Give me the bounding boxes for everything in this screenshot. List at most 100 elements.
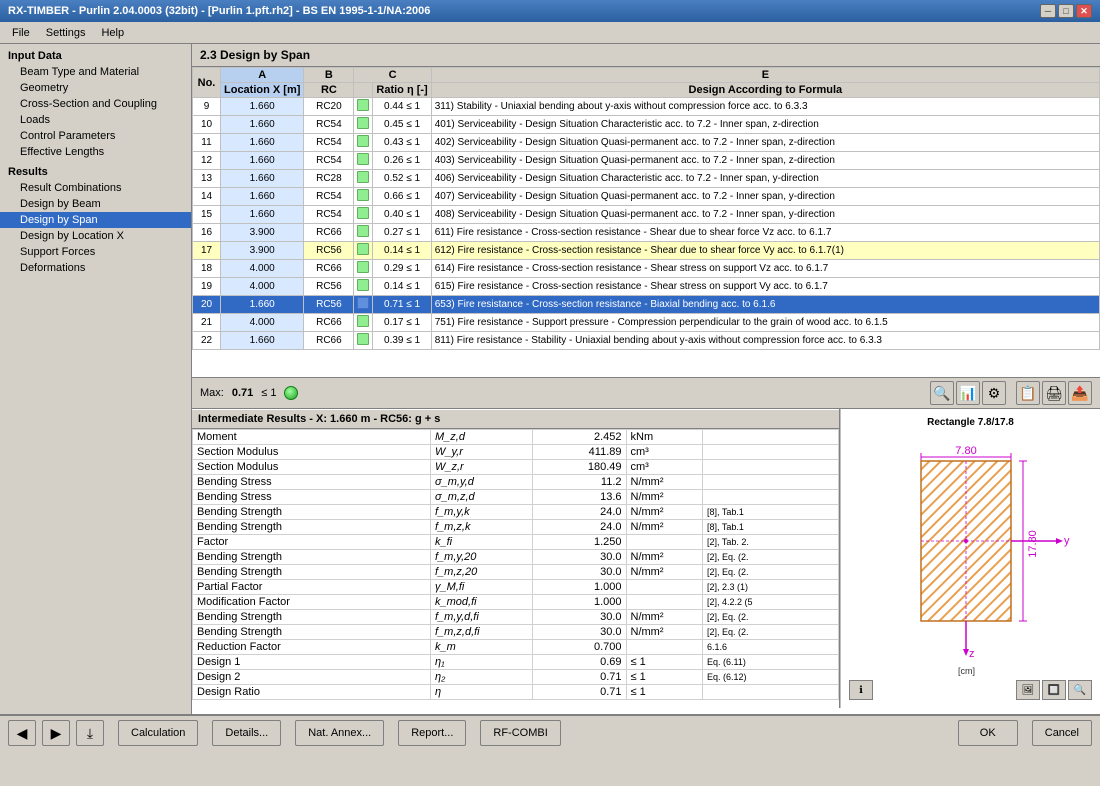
table-row[interactable]: 21 4.000 RC66 0.17 ≤ 1 751) Fire resista… bbox=[193, 314, 1100, 332]
nav-home-btn[interactable]: ⤓ bbox=[76, 720, 104, 746]
int-cell-value: 13.6 bbox=[533, 490, 627, 505]
table-row[interactable]: 15 1.660 RC54 0.40 ≤ 1 408) Serviceabili… bbox=[193, 206, 1100, 224]
int-cell-unit: N/mm² bbox=[626, 520, 703, 535]
cs-zoom-btn[interactable]: 🔲 bbox=[1042, 680, 1066, 700]
details-button[interactable]: Details... bbox=[212, 720, 281, 746]
nav-prev-btn[interactable]: ◀ bbox=[8, 720, 36, 746]
sidebar-item-design-span[interactable]: Design by Span bbox=[0, 212, 191, 228]
cell-no: 14 bbox=[193, 188, 221, 206]
int-cell-label: Bending Strength bbox=[193, 520, 431, 535]
int-table-row[interactable]: Design Ratio η 0.71 ≤ 1 bbox=[193, 685, 839, 700]
calculation-button[interactable]: Calculation bbox=[118, 720, 198, 746]
cell-location: 1.660 bbox=[221, 296, 304, 314]
cell-location: 1.660 bbox=[221, 116, 304, 134]
int-table-row[interactable]: Modification Factor k_mod,fi 1.000 [2], … bbox=[193, 595, 839, 610]
header-c: C bbox=[354, 68, 431, 83]
main-table-container[interactable]: No. A B C E Location X [m] RC Ratio η [-… bbox=[192, 67, 1100, 377]
int-cell-label: Section Modulus bbox=[193, 460, 431, 475]
int-cell-value: 180.49 bbox=[533, 460, 627, 475]
sidebar-item-design-beam[interactable]: Design by Beam bbox=[0, 196, 191, 212]
cell-rc: RC54 bbox=[304, 206, 354, 224]
int-table-row[interactable]: Bending Strength f_m,z,k 24.0 N/mm² [8],… bbox=[193, 520, 839, 535]
int-cell-label: Bending Strength bbox=[193, 505, 431, 520]
int-table-row[interactable]: Reduction Factor k_m 0.700 6.1.6 bbox=[193, 640, 839, 655]
int-cell-label: Design Ratio bbox=[193, 685, 431, 700]
view-btn-2[interactable]: 📊 bbox=[956, 381, 980, 405]
int-cell-label: Modification Factor bbox=[193, 595, 431, 610]
int-table-row[interactable]: Bending Strength f_m,y,k 24.0 N/mm² [8],… bbox=[193, 505, 839, 520]
sidebar-results-section: Results bbox=[0, 164, 191, 180]
int-table-row[interactable]: Section Modulus W_z,r 180.49 cm³ bbox=[193, 460, 839, 475]
int-table-row[interactable]: Bending Stress σ_m,y,d 11.2 N/mm² bbox=[193, 475, 839, 490]
int-cell-value: 1.000 bbox=[533, 580, 627, 595]
sidebar-item-support-forces[interactable]: Support Forces bbox=[0, 244, 191, 260]
cross-section-footer: ℹ 🖼 🔲 🔍 bbox=[849, 680, 1092, 700]
report-button[interactable]: Report... bbox=[398, 720, 466, 746]
sidebar-item-geometry[interactable]: Geometry bbox=[0, 80, 191, 96]
header-b: B bbox=[304, 68, 354, 83]
cell-formula: 612) Fire resistance - Cross-section res… bbox=[431, 242, 1099, 260]
table-row[interactable]: 12 1.660 RC54 0.26 ≤ 1 403) Serviceabili… bbox=[193, 152, 1100, 170]
intermediate-results-table[interactable]: Intermediate Results - X: 1.660 m - RC56… bbox=[192, 409, 840, 708]
view-btn-3[interactable]: ⚙ bbox=[982, 381, 1006, 405]
int-table-row[interactable]: Design 1 η₁ 0.69 ≤ 1 Eq. (6.11) bbox=[193, 655, 839, 670]
sidebar-item-control-params[interactable]: Control Parameters bbox=[0, 128, 191, 144]
int-table-row[interactable]: Factor k_fi 1.250 [2], Tab. 2. bbox=[193, 535, 839, 550]
maximize-button[interactable]: □ bbox=[1058, 4, 1074, 18]
table-row[interactable]: 18 4.000 RC66 0.29 ≤ 1 614) Fire resista… bbox=[193, 260, 1100, 278]
table-row[interactable]: 10 1.660 RC54 0.45 ≤ 1 401) Serviceabili… bbox=[193, 116, 1100, 134]
nav-next-btn[interactable]: ▶ bbox=[42, 720, 70, 746]
int-table-row[interactable]: Moment M_z,d 2.452 kNm bbox=[193, 430, 839, 445]
table-row[interactable]: 9 1.660 RC20 0.44 ≤ 1 311) Stability - U… bbox=[193, 98, 1100, 116]
cancel-button[interactable]: Cancel bbox=[1032, 720, 1092, 746]
cell-rc: RC54 bbox=[304, 134, 354, 152]
cell-indicator bbox=[354, 116, 373, 134]
table-row[interactable]: 22 1.660 RC66 0.39 ≤ 1 811) Fire resista… bbox=[193, 332, 1100, 350]
rf-combi-button[interactable]: RF-COMBI bbox=[480, 720, 560, 746]
table-row[interactable]: 20 1.660 RC56 0.71 ≤ 1 653) Fire resista… bbox=[193, 296, 1100, 314]
menu-help[interactable]: Help bbox=[93, 25, 132, 41]
table-row[interactable]: 11 1.660 RC54 0.43 ≤ 1 402) Serviceabili… bbox=[193, 134, 1100, 152]
view-btn-4[interactable]: 📋 bbox=[1016, 381, 1040, 405]
nat-annex-button[interactable]: Nat. Annex... bbox=[295, 720, 384, 746]
table-row[interactable]: 16 3.900 RC66 0.27 ≤ 1 611) Fire resista… bbox=[193, 224, 1100, 242]
int-table-row[interactable]: Bending Stress σ_m,z,d 13.6 N/mm² bbox=[193, 490, 839, 505]
cell-ratio: 0.71 ≤ 1 bbox=[373, 296, 431, 314]
table-row[interactable]: 14 1.660 RC54 0.66 ≤ 1 407) Serviceabili… bbox=[193, 188, 1100, 206]
view-btn-1[interactable]: 🔍 bbox=[930, 381, 954, 405]
int-cell-label: Reduction Factor bbox=[193, 640, 431, 655]
cell-rc: RC54 bbox=[304, 188, 354, 206]
int-table-row[interactable]: Design 2 η₂ 0.71 ≤ 1 Eq. (6.12) bbox=[193, 670, 839, 685]
header-formula: Design According to Formula bbox=[431, 83, 1099, 98]
int-table-row[interactable]: Bending Strength f_m,z,d,fi 30.0 N/mm² [… bbox=[193, 625, 839, 640]
cell-formula: 615) Fire resistance - Cross-section res… bbox=[431, 278, 1099, 296]
view-btn-5[interactable]: 🖨 bbox=[1042, 381, 1066, 405]
ok-button[interactable]: OK bbox=[958, 720, 1018, 746]
minimize-button[interactable]: ─ bbox=[1040, 4, 1056, 18]
menu-settings[interactable]: Settings bbox=[38, 25, 94, 41]
sidebar-item-result-combinations[interactable]: Result Combinations bbox=[0, 180, 191, 196]
view-btn-6[interactable]: 📤 bbox=[1068, 381, 1092, 405]
sidebar-item-beam-type[interactable]: Beam Type and Material bbox=[0, 64, 191, 80]
sidebar-item-effective-lengths[interactable]: Effective Lengths bbox=[0, 144, 191, 160]
sidebar-item-loads[interactable]: Loads bbox=[0, 112, 191, 128]
cell-formula: 311) Stability - Uniaxial bending about … bbox=[431, 98, 1099, 116]
int-table-row[interactable]: Section Modulus W_y,r 411.89 cm³ bbox=[193, 445, 839, 460]
int-table-row[interactable]: Bending Strength f_m,y,20 30.0 N/mm² [2]… bbox=[193, 550, 839, 565]
sidebar-item-design-location[interactable]: Design by Location X bbox=[0, 228, 191, 244]
int-table-row[interactable]: Partial Factor γ_M,fi 1.000 [2], 2.3 (1) bbox=[193, 580, 839, 595]
table-row[interactable]: 19 4.000 RC56 0.14 ≤ 1 615) Fire resista… bbox=[193, 278, 1100, 296]
cs-settings-btn[interactable]: 🔍 bbox=[1068, 680, 1092, 700]
int-cell-value: 30.0 bbox=[533, 610, 627, 625]
cs-view-btn[interactable]: 🖼 bbox=[1016, 680, 1040, 700]
table-row[interactable]: 13 1.660 RC28 0.52 ≤ 1 406) Serviceabili… bbox=[193, 170, 1100, 188]
menu-file[interactable]: File bbox=[4, 25, 38, 41]
sidebar-item-cross-section[interactable]: Cross-Section and Coupling bbox=[0, 96, 191, 112]
int-cell-ref: Eq. (6.11) bbox=[703, 655, 839, 670]
int-table-row[interactable]: Bending Strength f_m,y,d,fi 30.0 N/mm² [… bbox=[193, 610, 839, 625]
cs-info-btn[interactable]: ℹ bbox=[849, 680, 873, 700]
int-table-row[interactable]: Bending Strength f_m,z,20 30.0 N/mm² [2]… bbox=[193, 565, 839, 580]
table-row[interactable]: 17 3.900 RC56 0.14 ≤ 1 612) Fire resista… bbox=[193, 242, 1100, 260]
close-button[interactable]: ✕ bbox=[1076, 4, 1092, 18]
sidebar-item-deformations[interactable]: Deformations bbox=[0, 260, 191, 276]
